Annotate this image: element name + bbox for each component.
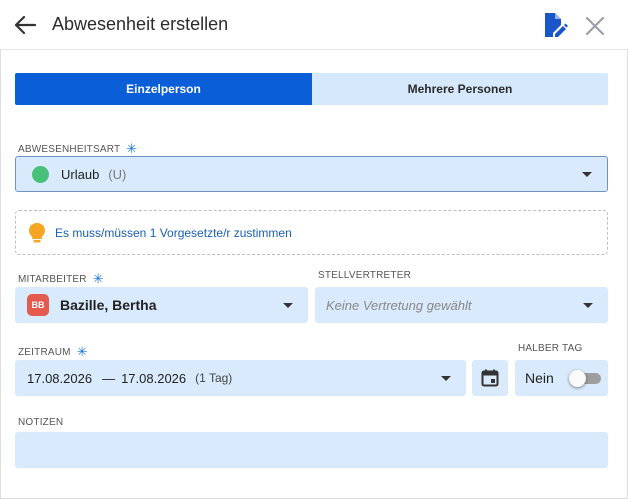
chevron-down-icon [582, 172, 592, 177]
single-person-tab[interactable]: Einzelperson [15, 73, 312, 105]
period-duration: (1 Tag) [195, 371, 233, 385]
absence-color-dot [32, 165, 49, 183]
close-button[interactable] [585, 16, 605, 36]
page-title: Abwesenheit erstellen [52, 14, 229, 34]
dialog-header: Abwesenheit erstellen [0, 0, 628, 50]
half-day-toggle[interactable] [569, 370, 603, 387]
period-label: ZEITRAUM ✳ [18, 344, 88, 359]
calendar-button[interactable] [472, 360, 508, 396]
chevron-down-icon [583, 303, 593, 308]
required-asterisk: ✳ [92, 271, 104, 286]
substitute-label: STELLVERTRETER [318, 270, 412, 281]
back-button[interactable] [12, 13, 38, 37]
required-asterisk: ✳ [76, 344, 88, 359]
toggle-knob [569, 370, 586, 387]
substitute-select[interactable]: Keine Vertretung gewählt [315, 287, 608, 323]
mode-toggle: Einzelperson Mehrere Personen [15, 73, 608, 105]
chevron-down-icon [441, 376, 451, 381]
absence-type-label: ABWESENHEITSART ✳ [18, 141, 138, 156]
period-end: 17.08.2026 [121, 370, 187, 386]
employee-label: MITARBEITER ✳ [18, 271, 104, 286]
period-start: 17.08.2026 [27, 370, 93, 386]
approval-hint-text: Es muss/müssen 1 Vorgesetzte/r zustimmen [55, 225, 292, 240]
approval-hint: Es muss/müssen 1 Vorgesetzte/r zustimmen [15, 210, 608, 255]
save-button[interactable] [542, 12, 568, 38]
multiple-persons-tab[interactable]: Mehrere Personen [312, 73, 608, 105]
close-icon [585, 16, 605, 36]
absence-type-value: Urlaub [61, 166, 100, 182]
period-separator: — [102, 370, 116, 386]
arrow-left-icon [14, 15, 36, 35]
notes-label: NOTIZEN [18, 417, 64, 428]
calendar-icon [481, 369, 499, 387]
notes-input[interactable] [15, 432, 608, 468]
employee-select[interactable]: BB Bazille, Bertha [15, 287, 308, 323]
period-select[interactable]: 17.08.2026 — 17.08.2026 (1 Tag) [15, 360, 466, 396]
lightbulb-icon [29, 222, 45, 242]
absence-type-select[interactable]: Urlaub (U) [15, 156, 608, 192]
chevron-down-icon [283, 303, 293, 308]
avatar: BB [27, 294, 49, 316]
absence-type-code: (U) [108, 166, 127, 182]
substitute-placeholder: Keine Vertretung gewählt [326, 297, 472, 313]
half-day-value: Nein [525, 370, 554, 386]
required-asterisk: ✳ [126, 141, 138, 156]
document-edit-icon [545, 13, 568, 37]
employee-value: Bazille, Bertha [60, 297, 157, 313]
half-day-label: HALBER TAG [518, 343, 583, 354]
